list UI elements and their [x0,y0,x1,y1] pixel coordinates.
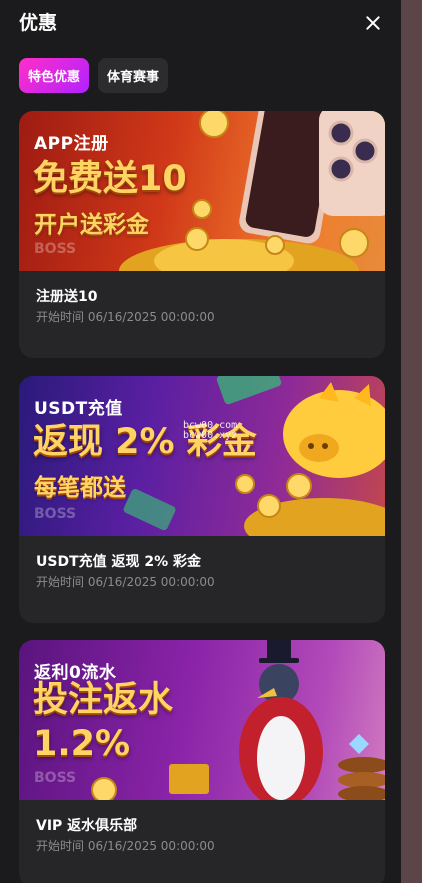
promo-title: VIP 返水俱乐部 [36,818,138,834]
watermark-line-2: bcw00.xyz [183,430,238,441]
panel-header: 优惠 [19,10,385,36]
promo-headline: 投注返水 [33,680,174,720]
promo-subline: 每笔都送 [34,475,126,501]
brand-logo: BOSS [34,241,77,257]
tab-sports[interactable]: 体育赛事 [98,58,169,93]
backdrop-strip [401,0,422,883]
promo-card-usdt[interactable]: USDT充值 返现 2% 彩金 每笔都送 bcw00.com bcw00.xyz… [19,376,385,623]
promo-start-date: 开始时间 06/16/2025 00:00:00 [36,310,215,324]
tab-featured[interactable]: 特色优惠 [19,58,90,93]
promo-tag: USDT充值 [34,399,123,419]
promo-title: USDT充值 返现 2% 彩金 [36,554,202,570]
promotions-panel: 优惠 特色优惠 体育赛事 APP注册 免费送10 开户送彩金 BOSS 注册送1… [0,0,401,883]
promo-headline: 免费送10 [33,159,187,199]
promo-start-date: 开始时间 06/16/2025 00:00:00 [36,575,215,589]
promo-banner-vip: 返利0流水 投注返水 1.2% BOSS [19,640,385,800]
promo-card-register[interactable]: APP注册 免费送10 开户送彩金 BOSS 注册送10 开始时间 06/16/… [19,111,385,358]
brand-logo: BOSS [34,506,77,522]
promo-title: 注册送10 [36,289,98,305]
promo-banner-usdt: USDT充值 返现 2% 彩金 每笔都送 bcw00.com bcw00.xyz… [19,376,385,536]
promo-card-vip[interactable]: 返利0流水 投注返水 1.2% BOSS VIP 返水俱乐部 开始时间 06/1… [19,640,385,883]
page-title: 优惠 [19,12,58,34]
brand-logo: BOSS [34,770,77,786]
promo-tag: APP注册 [34,134,109,154]
category-tabs: 特色优惠 体育赛事 [19,58,169,93]
promo-subline: 开户送彩金 [34,212,149,238]
site-watermark: bcw00.com bcw00.xyz [183,421,237,441]
promo-subline: 1.2% [33,724,131,764]
promo-start-date: 开始时间 06/16/2025 00:00:00 [36,839,215,853]
close-icon[interactable] [361,11,385,35]
promo-banner-register: APP注册 免费送10 开户送彩金 BOSS [19,111,385,271]
